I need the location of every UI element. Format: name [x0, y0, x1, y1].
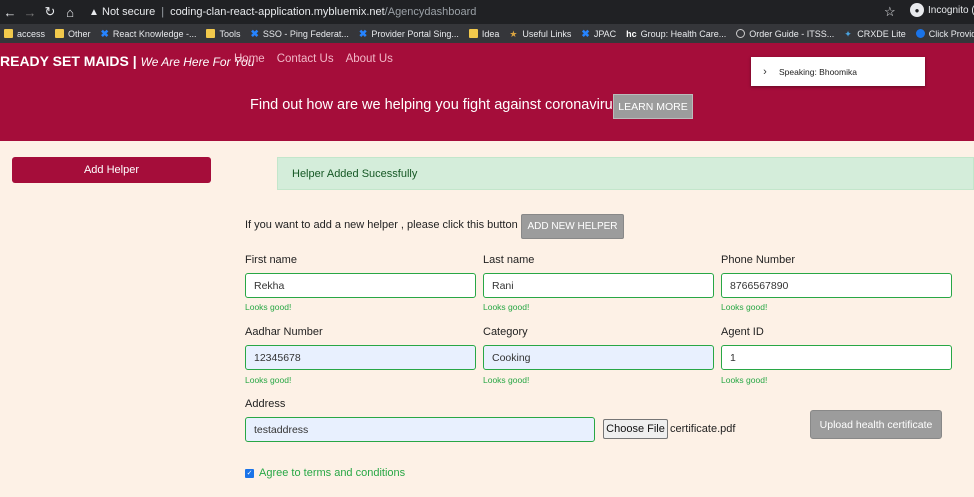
add-new-prompt: If you want to add a new helper , please…	[245, 219, 518, 231]
site-header: READY SET MAIDS | We Are Here For You Ho…	[0, 43, 974, 141]
bookmark-label: JPAC	[593, 28, 617, 39]
incognito-label: Incognito (4)	[928, 4, 974, 16]
address-label: Address	[245, 398, 286, 410]
last-name-valid: Looks good!	[483, 302, 530, 312]
bookmark-label: Order Guide - ITSS...	[749, 28, 835, 39]
add-helper-button[interactable]: Add Helper	[12, 157, 211, 183]
home-icon[interactable]: ⌂	[60, 5, 80, 20]
bookmark-item[interactable]: ✖ JPAC	[581, 28, 617, 41]
agent-id-label: Agent ID	[721, 326, 764, 338]
aadhar-field[interactable]: 12345678	[245, 345, 476, 370]
bookmark-item[interactable]: Order Guide - ITSS...	[736, 29, 834, 39]
agent-id-field[interactable]: 1	[721, 345, 952, 370]
category-label: Category	[483, 326, 528, 338]
bookmark-item[interactable]: Click Provider Link	[915, 28, 974, 39]
bookmark-label: Click Provider Link	[928, 28, 974, 39]
hc-icon: hc	[626, 29, 637, 39]
banner-text: Find out how are we helping you fight ag…	[250, 97, 628, 113]
security-label: Not secure	[102, 6, 156, 18]
last-name-field[interactable]: Rani	[483, 273, 714, 298]
terms-label: Agree to terms and conditions	[259, 467, 406, 479]
bookmark-label: SSO - Ping Federat...	[262, 28, 349, 39]
brand-name: READY SET MAIDS	[0, 53, 129, 69]
first-name-label: First name	[245, 254, 297, 266]
bookmark-item[interactable]: access	[4, 29, 45, 39]
bookmark-item[interactable]: ✖ SSO - Ping Federat...	[250, 28, 349, 41]
bookmarks-bar: access Other ✖ React Knowledge -... Tools…	[0, 24, 974, 43]
bookmark-label: access	[17, 28, 46, 39]
chevron-right-icon[interactable]: ›	[751, 66, 779, 78]
address-bar[interactable]: ▲ Not secure | coding-clan-react-applica…	[86, 2, 906, 22]
bookmark-label: Tools	[219, 28, 241, 39]
github-icon	[736, 29, 746, 38]
bookmark-label: Group: Health Care...	[640, 28, 727, 39]
aadhar-label: Aadhar Number	[245, 326, 323, 338]
crxde-icon: ✦	[844, 29, 852, 39]
nav-about-us[interactable]: About Us	[346, 53, 393, 65]
bookmark-item[interactable]: Other	[55, 29, 91, 39]
forward-arrow-icon[interactable]: →	[20, 5, 40, 20]
reload-icon[interactable]: ↻	[40, 4, 60, 20]
bookmark-label: Other	[68, 28, 91, 39]
bookmark-item[interactable]: Tools	[206, 29, 240, 39]
bookmark-label: Idea	[481, 28, 500, 39]
folder-icon	[468, 29, 478, 38]
bookmark-label: Provider Portal Sing...	[371, 28, 459, 39]
first-name-valid: Looks good!	[245, 302, 292, 312]
phone-field[interactable]: 8766567890	[721, 273, 952, 298]
folder-icon	[55, 29, 65, 38]
phone-label: Phone Number	[721, 254, 795, 266]
learn-more-button[interactable]: LEARN MORE	[613, 94, 693, 119]
nav-contact-us[interactable]: Contact Us	[277, 53, 334, 65]
category-valid: Looks good!	[483, 375, 530, 385]
last-name-label: Last name	[483, 254, 535, 266]
bookmark-item[interactable]: ★ Useful Links	[509, 28, 572, 40]
success-alert: Helper Added Sucessfully	[277, 157, 974, 190]
bookmark-star-icon[interactable]: ☆	[884, 4, 896, 20]
brand-separator: |	[132, 53, 141, 69]
url-path: /Agencydashboard	[384, 6, 477, 18]
selected-file-name: certificate.pdf	[670, 423, 736, 435]
bookmark-item[interactable]: ✦ CRXDE Lite	[844, 28, 906, 40]
choose-file-button[interactable]: Choose File	[603, 419, 668, 439]
back-arrow-icon[interactable]: ←	[0, 5, 20, 20]
first-name-field[interactable]: Rekha	[245, 273, 476, 298]
bookmark-item[interactable]: Idea	[468, 28, 500, 39]
folder-icon	[4, 29, 13, 38]
confluence-icon: ✖	[581, 29, 590, 40]
warning-icon: ▲	[89, 6, 99, 18]
confluence-icon: ✖	[100, 29, 109, 40]
incognito-icon: ●	[910, 3, 924, 17]
folder-icon	[206, 29, 216, 38]
bookmark-item[interactable]: ✖ Provider Portal Sing...	[358, 28, 459, 41]
confluence-icon: ✖	[250, 29, 259, 40]
confluence-icon: ✖	[358, 29, 368, 40]
omnibox-separator: |	[161, 6, 165, 18]
terms-checkbox-row[interactable]: ✓ Agree to terms and conditions	[245, 467, 405, 479]
bookmark-label: Useful Links	[522, 28, 572, 39]
agent-id-valid: Looks good!	[721, 375, 768, 385]
blue-circle-icon	[915, 29, 925, 38]
category-field[interactable]: Cooking	[483, 345, 714, 370]
bookmark-label: CRXDE Lite	[857, 28, 906, 39]
incognito-indicator[interactable]: ● Incognito (4)	[910, 3, 974, 17]
speaking-label: Speaking: Bhoomika	[779, 66, 857, 77]
url-host: coding-clan-react-application.mybluemix.…	[170, 6, 385, 18]
browser-toolbar: ← → ↻ ⌂ ▲ Not secure | coding-clan-react…	[0, 0, 974, 24]
speaking-popup[interactable]: › Speaking: Bhoomika	[751, 57, 925, 86]
upload-certificate-button[interactable]: Upload health certificate	[810, 410, 942, 439]
main-nav: Home Contact Us About Us	[234, 53, 393, 65]
bookmark-label: React Knowledge -...	[112, 28, 197, 39]
aadhar-valid: Looks good!	[245, 375, 292, 385]
add-new-helper-button[interactable]: ADD NEW HELPER	[521, 214, 624, 239]
bookmark-item[interactable]: ✖ React Knowledge -...	[100, 28, 197, 41]
useful-links-icon: ★	[509, 29, 518, 39]
address-field[interactable]: testaddress	[245, 417, 595, 442]
bookmark-item[interactable]: hc Group: Health Care...	[626, 28, 727, 40]
phone-valid: Looks good!	[721, 302, 768, 312]
checkbox-checked-icon[interactable]: ✓	[245, 468, 254, 478]
brand[interactable]: READY SET MAIDS | We Are Here For You	[0, 53, 254, 69]
nav-home[interactable]: Home	[234, 53, 265, 65]
